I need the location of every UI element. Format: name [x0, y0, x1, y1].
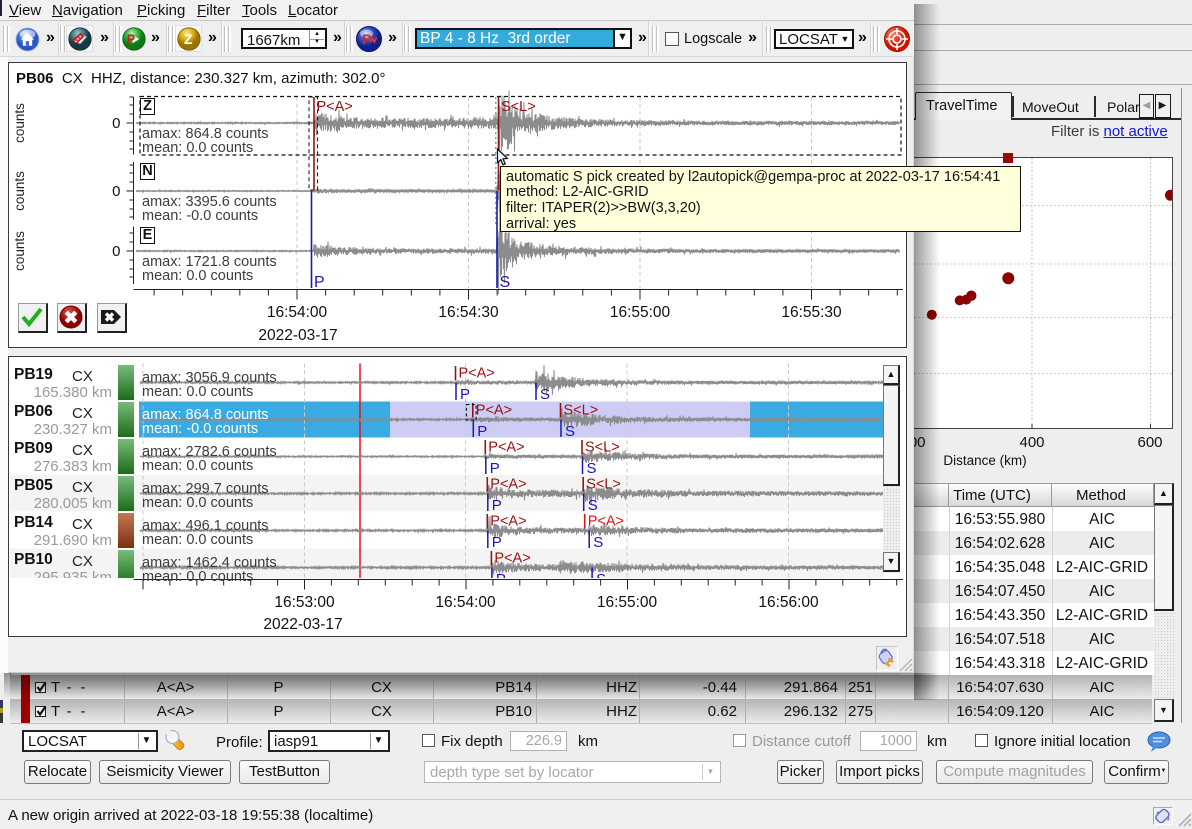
svg-text:0: 0 [112, 243, 120, 260]
svg-text:2022-03-17: 2022-03-17 [258, 327, 337, 344]
svg-text:0: 0 [112, 115, 120, 132]
svg-text:S<L>: S<L> [501, 99, 536, 115]
svg-text:P: P [314, 274, 325, 291]
svg-text:16:55:00: 16:55:00 [610, 304, 671, 321]
svg-text:16:55:30: 16:55:30 [781, 304, 842, 321]
svg-text:16:54:00: 16:54:00 [267, 304, 328, 321]
svg-text:counts: counts [12, 171, 27, 211]
svg-text:counts: counts [12, 231, 27, 271]
svg-text:16:54:00: 16:54:00 [435, 594, 496, 611]
svg-text:16:53:00: 16:53:00 [274, 594, 335, 611]
svg-text:16:54:30: 16:54:30 [438, 304, 499, 321]
svg-text:16:56:00: 16:56:00 [758, 594, 819, 611]
svg-text:counts: counts [12, 103, 27, 143]
svg-text:0: 0 [112, 183, 120, 200]
svg-text:2022-03-17: 2022-03-17 [263, 616, 342, 633]
svg-text:S: S [500, 274, 511, 291]
svg-text:P<A>: P<A> [317, 99, 353, 115]
svg-text:16:55:00: 16:55:00 [597, 594, 658, 611]
